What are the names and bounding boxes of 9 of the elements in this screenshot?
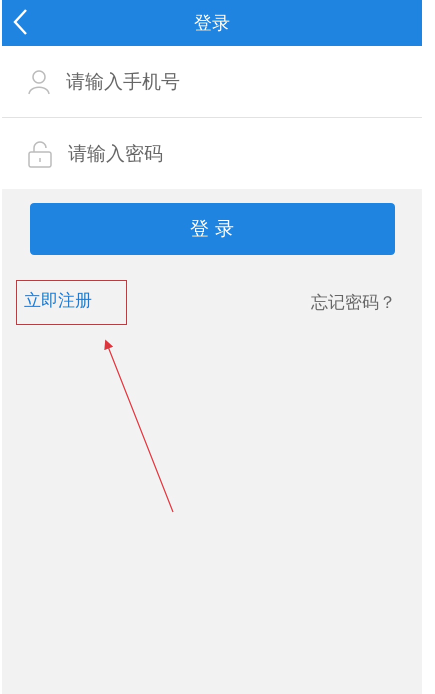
password-field[interactable]: 请输入密码: [66, 142, 370, 166]
back-icon[interactable]: [12, 8, 28, 36]
user-icon: [28, 68, 50, 94]
lock-icon: [28, 140, 52, 168]
register-link[interactable]: 立即注册: [24, 291, 92, 311]
screen-title: 登录: [194, 12, 230, 35]
phone-field[interactable]: 请输入手机号: [64, 70, 368, 94]
forgot-password-link[interactable]: 忘记密码？: [311, 291, 396, 314]
login-button[interactable]: 登 录: [30, 203, 394, 255]
